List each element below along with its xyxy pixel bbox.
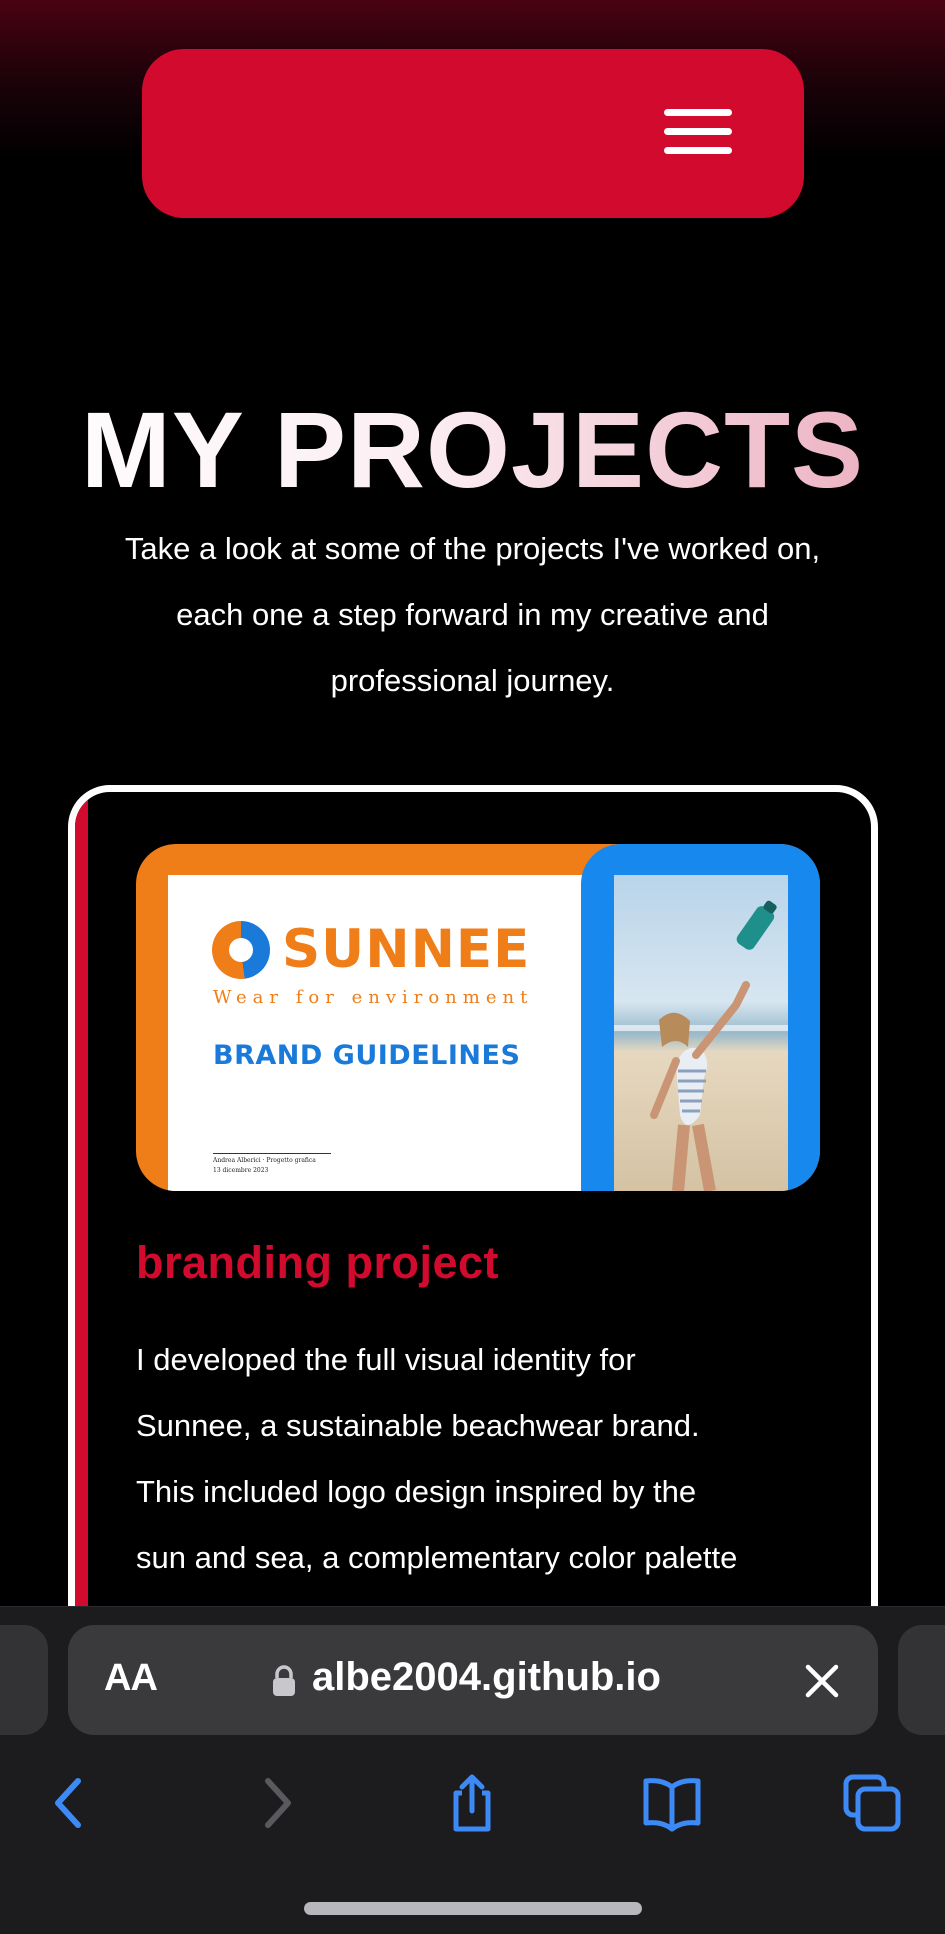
bookmarks-icon[interactable] xyxy=(642,1773,702,1833)
forward-icon[interactable] xyxy=(246,1773,306,1833)
brand-guidelines-cover: SUNNEE Wear for environment BRAND GUIDEL… xyxy=(168,875,608,1191)
previous-tab-preview[interactable] xyxy=(0,1625,48,1735)
divider xyxy=(213,1153,331,1154)
project-title: branding project xyxy=(136,1237,500,1288)
share-icon[interactable] xyxy=(442,1773,502,1833)
subtitle-line: each one a step forward in my creative a… xyxy=(176,597,769,632)
text-size-label: AA xyxy=(104,1657,158,1699)
page-title: MY PROJECTS xyxy=(0,395,945,505)
navbar xyxy=(142,49,804,218)
brand-doc-title: BRAND GUIDELINES xyxy=(213,1040,521,1071)
url-text[interactable]: albe2004.github.io xyxy=(312,1655,661,1700)
close-icon[interactable] xyxy=(804,1663,840,1699)
description-line: I developed the full visual identity for xyxy=(136,1342,636,1377)
browser-toolbar: AA albe2004.github.io xyxy=(0,1606,945,1934)
project-description: I developed the full visual identity for… xyxy=(136,1327,826,1591)
cover-author: Andrea Alberici · Progetto grafica xyxy=(213,1157,316,1164)
lock-icon xyxy=(273,1665,295,1696)
text-size-button[interactable]: AA xyxy=(104,1657,158,1700)
next-tab-preview[interactable] xyxy=(898,1625,945,1735)
sunnee-logo: SUNNEE xyxy=(212,919,530,980)
description-line: Sunnee, a sustainable beachwear brand. xyxy=(136,1408,700,1443)
sun-logo-icon xyxy=(212,920,270,979)
hamburger-menu-icon[interactable] xyxy=(664,109,732,157)
tabs-icon[interactable] xyxy=(842,1773,902,1833)
brand-tagline: Wear for environment xyxy=(213,987,534,1008)
project-thumbnail[interactable]: SUNNEE Wear for environment BRAND GUIDEL… xyxy=(136,844,820,1191)
page-subtitle: Take a look at some of the projects I've… xyxy=(80,516,865,714)
description-line: This included logo design inspired by th… xyxy=(136,1474,697,1509)
description-line: sun and sea, a complementary color palet… xyxy=(136,1540,738,1575)
beach-photo xyxy=(614,875,788,1191)
back-icon[interactable] xyxy=(40,1773,100,1833)
subtitle-line: Take a look at some of the projects I've… xyxy=(124,531,821,566)
subtitle-line: professional journey. xyxy=(330,663,615,698)
cover-date: 13 dicembre 2023 xyxy=(213,1167,269,1174)
brand-name: SUNNEE xyxy=(282,919,531,980)
address-bar[interactable]: AA albe2004.github.io xyxy=(68,1625,878,1735)
home-indicator[interactable] xyxy=(304,1902,642,1915)
